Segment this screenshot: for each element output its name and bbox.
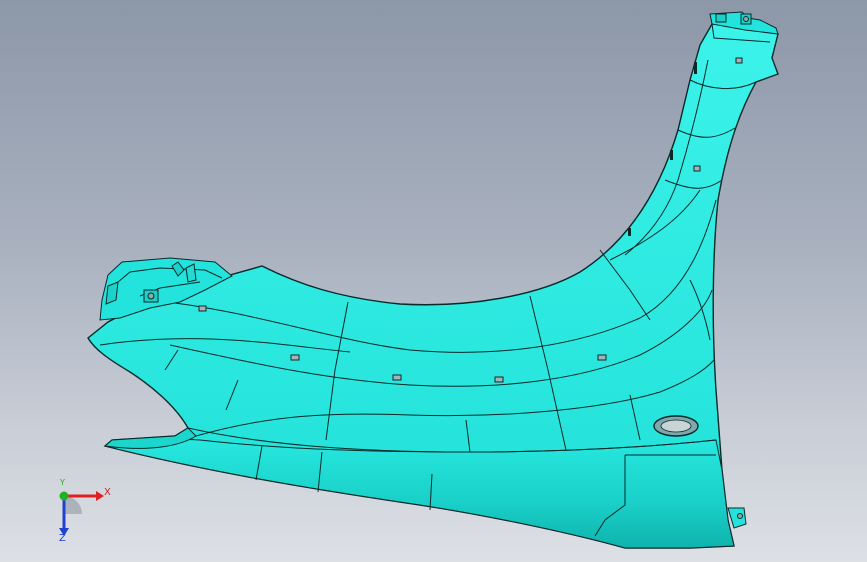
coordinate-triad: X Y Z <box>40 478 111 544</box>
y-axis-label: Y <box>60 478 65 487</box>
y-axis-origin <box>59 491 69 501</box>
fender-lower-band <box>104 438 735 549</box>
x-axis-arrowhead <box>96 491 104 501</box>
z-axis-label: Z <box>59 533 66 544</box>
cad-viewport[interactable]: X Y Z <box>0 0 867 562</box>
x-axis-label: X <box>104 487 111 498</box>
rear-lower-tab <box>727 507 747 529</box>
fender-model[interactable] <box>0 0 867 562</box>
triad-graphic <box>59 491 104 536</box>
